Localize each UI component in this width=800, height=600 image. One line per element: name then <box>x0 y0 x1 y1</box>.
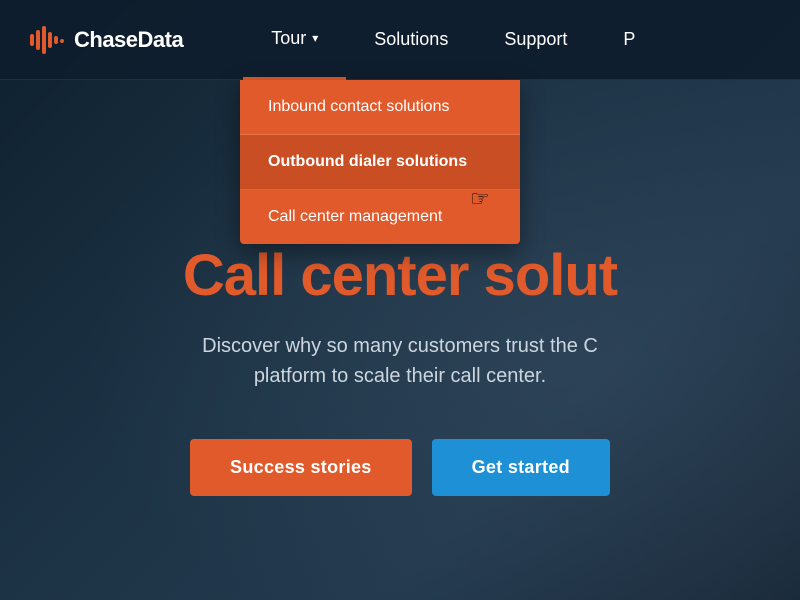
logo-icon <box>30 26 66 54</box>
navbar: ChaseData Tour ▾ Solutions Support P <box>0 0 800 80</box>
chevron-down-icon: ▾ <box>312 31 318 45</box>
dropdown-item-inbound[interactable]: Inbound contact solutions <box>240 80 520 135</box>
hero-title: Call center solut <box>40 244 760 308</box>
nav-item-p[interactable]: P <box>595 0 663 80</box>
success-stories-button[interactable]: Success stories <box>190 439 412 496</box>
nav-item-support[interactable]: Support <box>476 0 595 80</box>
nav-item-tour[interactable]: Tour ▾ <box>243 0 346 80</box>
logo-text: ChaseData <box>74 27 183 53</box>
dropdown-item-management[interactable]: Call center management <box>240 190 520 244</box>
nav-items: Tour ▾ Solutions Support P <box>243 0 770 80</box>
tour-dropdown: Inbound contact solutions Outbound diale… <box>240 80 520 244</box>
nav-item-solutions[interactable]: Solutions <box>346 0 476 80</box>
hero-subtitle: Discover why so many customers trust the… <box>202 331 598 391</box>
hero-buttons: Success stories Get started <box>190 439 610 496</box>
dropdown-item-outbound[interactable]: Outbound dialer solutions <box>240 135 520 190</box>
logo[interactable]: ChaseData <box>30 26 183 54</box>
get-started-button[interactable]: Get started <box>432 439 610 496</box>
